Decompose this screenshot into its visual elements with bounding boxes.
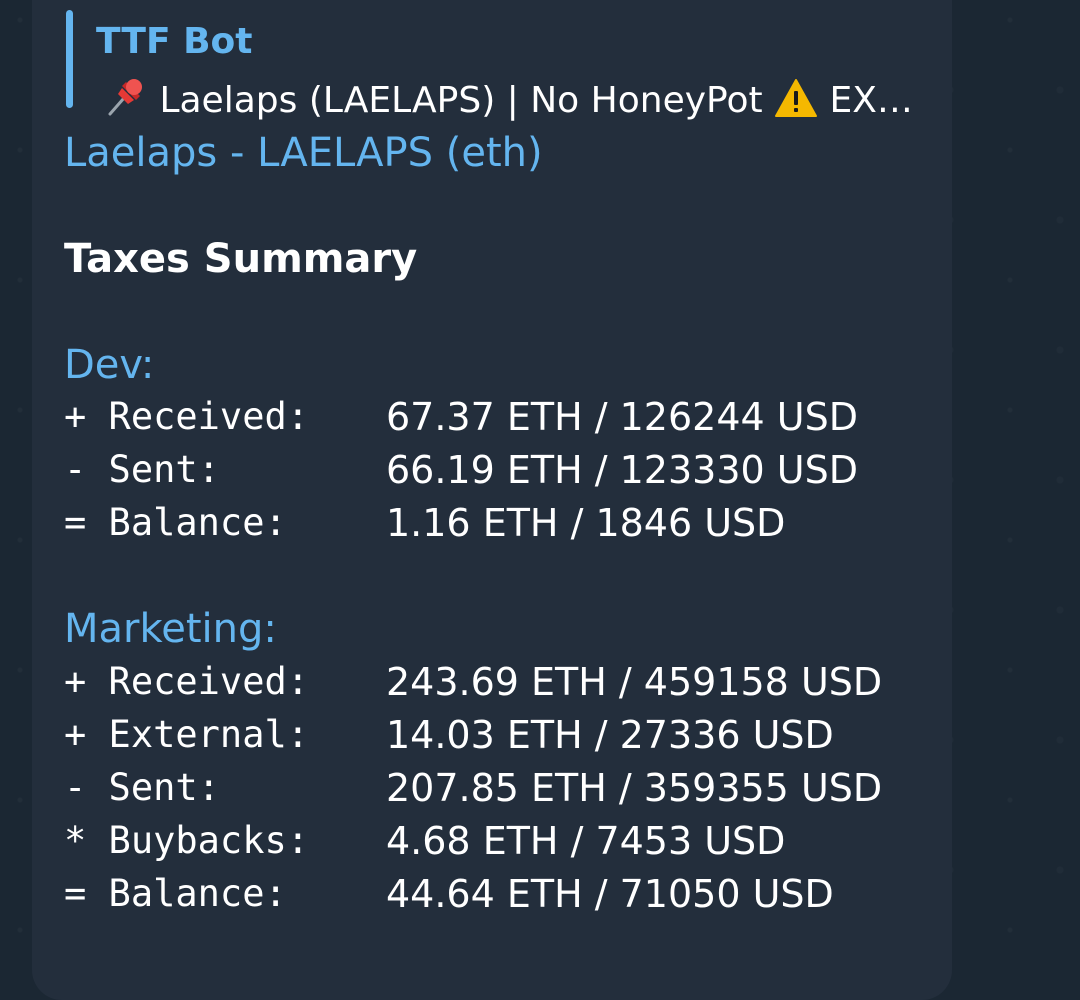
row-label: + Received: <box>64 395 310 438</box>
row-value: 1.16 ETH / 1846 USD <box>386 501 786 545</box>
row-label: + External: <box>64 713 310 756</box>
row-value: 67.37 ETH / 126244 USD <box>386 395 858 439</box>
reply-author: TTF Bot <box>96 21 253 62</box>
reply-text-part2: EX… <box>818 80 913 121</box>
token-link[interactable]: Laelaps - LAELAPS (eth) <box>64 128 543 178</box>
row-label: * Buybacks: <box>64 819 310 862</box>
warning-icon <box>775 79 818 117</box>
reply-text: Laelaps (LAELAPS) | No HoneyPot EX… <box>104 74 913 126</box>
dev-section-title: Dev: <box>64 342 155 388</box>
row-label: - Sent: <box>64 766 220 809</box>
marketing-section-title: Marketing: <box>64 606 277 652</box>
reply-bar <box>66 10 73 108</box>
row-value: 4.68 ETH / 7453 USD <box>386 819 786 863</box>
row-value: 207.85 ETH / 359355 USD <box>386 766 883 810</box>
row-label: = Balance: <box>64 501 287 544</box>
pushpin-icon <box>108 79 142 116</box>
row-value: 14.03 ETH / 27336 USD <box>386 713 834 757</box>
row-label: + Received: <box>64 660 310 703</box>
reply-preview[interactable]: TTF Bot Laelaps (LAELAPS) | No HoneyPot … <box>66 10 926 121</box>
row-value: 243.69 ETH / 459158 USD <box>386 660 883 704</box>
reply-text-part1: Laelaps (LAELAPS) | No HoneyPot <box>148 80 775 121</box>
row-label: - Sent: <box>64 448 220 491</box>
row-label: = Balance: <box>64 872 287 915</box>
taxes-summary-heading: Taxes Summary <box>64 236 418 282</box>
row-value: 66.19 ETH / 123330 USD <box>386 448 858 492</box>
row-value: 44.64 ETH / 71050 USD <box>386 872 834 916</box>
